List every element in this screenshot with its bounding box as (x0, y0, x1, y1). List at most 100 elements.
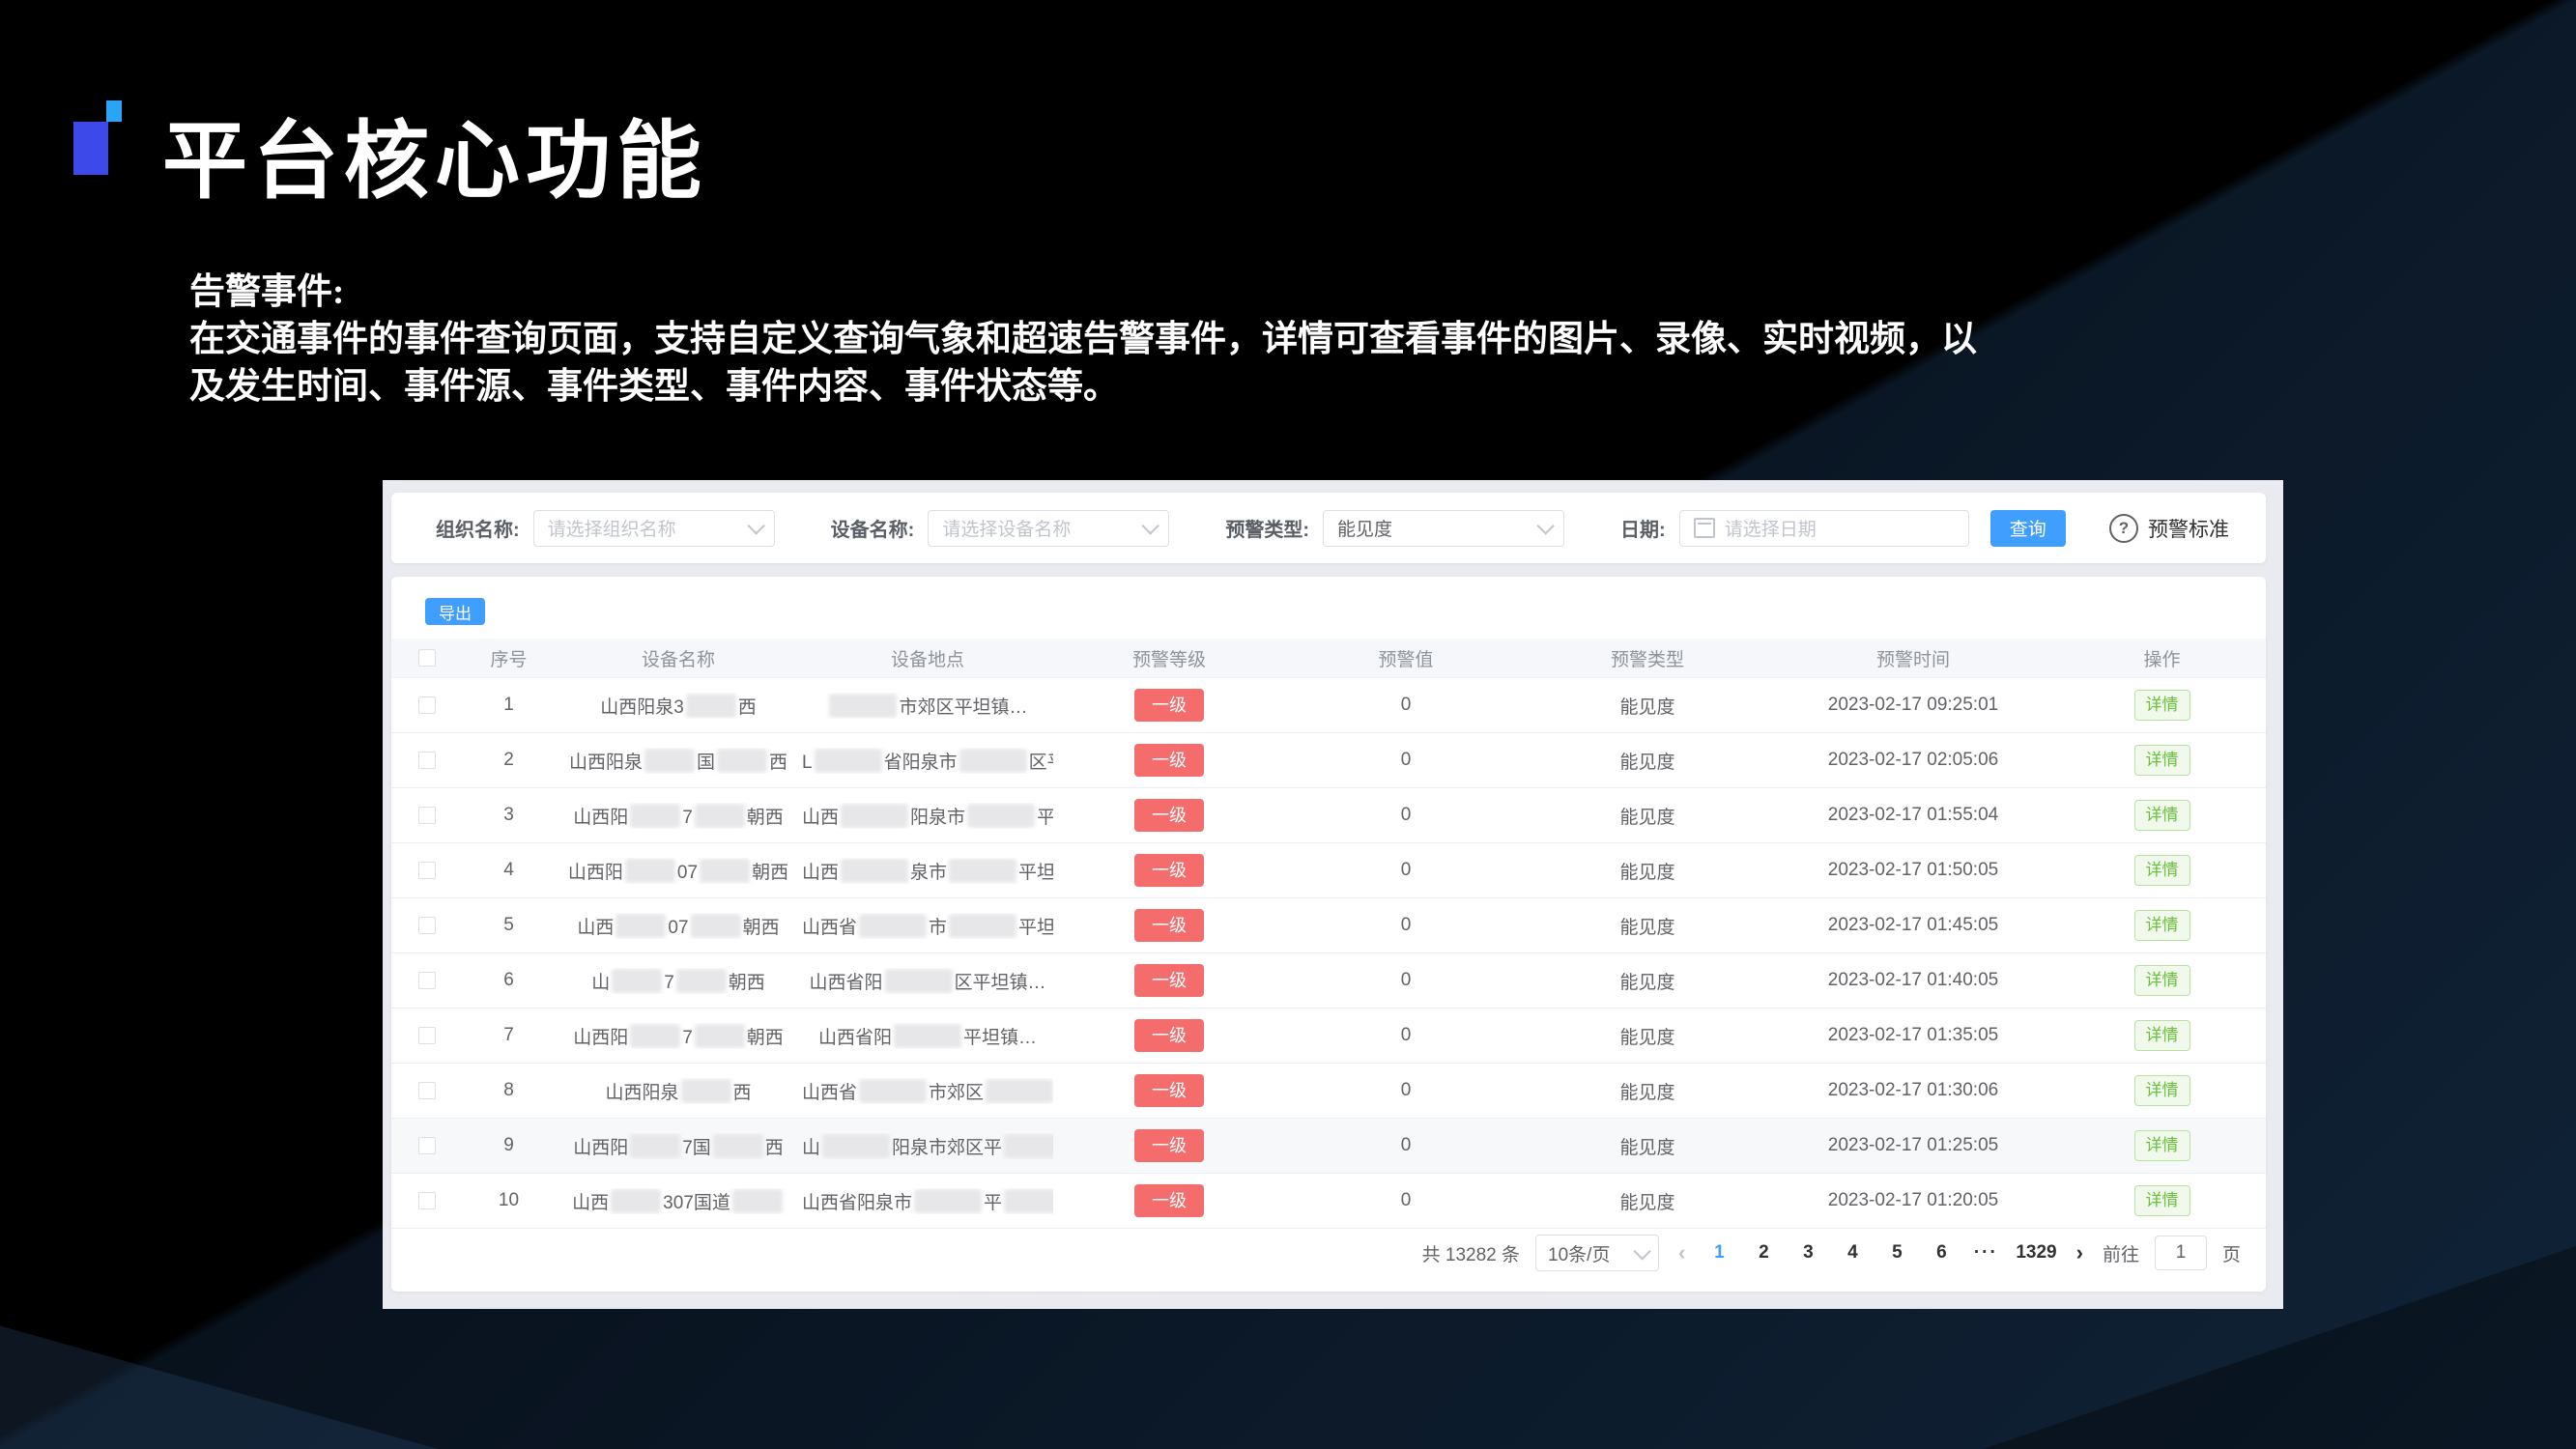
device-name-select[interactable]: 请选择设备名称 (928, 510, 1169, 547)
device-location: 山西阳泉市平坦镇… (802, 803, 1053, 829)
redacted-text (859, 1079, 927, 1103)
detail-button[interactable]: 详情 (2134, 855, 2190, 886)
alert-type: 能见度 (1527, 693, 1768, 719)
device-location: 山西省市平坦镇… (802, 913, 1053, 939)
date-input[interactable]: 请选择日期 (1679, 510, 1969, 547)
page-number[interactable]: 1 (1704, 1242, 1733, 1264)
row-actions: 详情 (2058, 855, 2266, 886)
redacted-text (841, 804, 908, 828)
select-all-checkbox[interactable] (418, 649, 436, 667)
row-checkbox-cell (391, 1190, 463, 1211)
alert-time: 2023-02-17 01:50:05 (1768, 860, 2058, 881)
chevron-down-icon (1536, 517, 1554, 534)
goto-page-input[interactable]: 1 (2155, 1236, 2207, 1270)
alert-value: 0 (1285, 805, 1527, 826)
calendar-icon (1694, 518, 1715, 538)
table-row: 9山西阳7国西山阳泉市郊区平镇…一级0能见度2023-02-17 01:25:0… (391, 1119, 2266, 1174)
device-name: 山西阳7朝西 (555, 1023, 802, 1049)
alert-level-cell: 一级 (1053, 854, 1285, 887)
redacted-text (732, 1189, 783, 1213)
row-checkbox[interactable] (418, 862, 436, 879)
detail-button[interactable]: 详情 (2134, 965, 2190, 996)
page-size-select[interactable]: 10条/页 (1535, 1235, 1659, 1271)
page-number[interactable]: 5 (1882, 1242, 1911, 1264)
next-page-button[interactable]: › (2073, 1240, 2087, 1265)
column-header: 设备地点 (802, 645, 1053, 671)
row-actions: 详情 (2058, 745, 2266, 776)
row-checkbox[interactable] (418, 917, 436, 934)
alert-level-cell: 一级 (1053, 1184, 1285, 1217)
row-checkbox-cell (391, 1135, 463, 1156)
detail-button[interactable]: 详情 (2134, 1185, 2190, 1216)
alert-value: 0 (1285, 1080, 1527, 1101)
redacted-text (612, 969, 662, 993)
redacted-text (949, 859, 1016, 883)
alert-value: 0 (1285, 1190, 1527, 1211)
row-checkbox[interactable] (418, 1027, 436, 1044)
goto-label: 前往 (2103, 1240, 2139, 1266)
alert-level-badge: 一级 (1134, 909, 1204, 942)
device-location: 山西省阳泉市平… (802, 1188, 1053, 1214)
row-checkbox[interactable] (418, 972, 436, 989)
redacted-text (681, 1079, 731, 1103)
device-name: 山西阳7国西 (555, 1133, 802, 1159)
prev-page-button[interactable]: ‹ (1674, 1240, 1689, 1265)
alert-type: 能见度 (1527, 748, 1768, 774)
row-checkbox[interactable] (418, 1082, 436, 1099)
alert-level-cell: 一级 (1053, 799, 1285, 832)
redacted-text (1004, 1134, 1053, 1158)
export-button[interactable]: 导出 (425, 598, 485, 625)
page-number[interactable]: 3 (1793, 1242, 1822, 1264)
redacted-text (949, 914, 1016, 938)
alert-level-cell: 一级 (1053, 1074, 1285, 1107)
row-checkbox-cell (391, 805, 463, 826)
alert-table-panel: 导出 序号设备名称设备地点预警等级预警值预警类型预警时间操作 1山西阳泉3西市郊… (391, 577, 2266, 1292)
row-checkbox[interactable] (418, 696, 436, 714)
detail-button[interactable]: 详情 (2134, 800, 2190, 831)
search-button[interactable]: 查询 (1990, 510, 2066, 547)
detail-button[interactable]: 详情 (2134, 1130, 2190, 1161)
detail-button[interactable]: 详情 (2134, 690, 2190, 721)
page-number[interactable]: 6 (1927, 1242, 1956, 1264)
detail-button[interactable]: 详情 (2134, 910, 2190, 941)
column-header: 预警时间 (1768, 645, 2058, 671)
alert-level-cell: 一级 (1053, 964, 1285, 997)
row-checkbox-cell (391, 915, 463, 936)
org-name-select[interactable]: 请选择组织名称 (533, 510, 775, 547)
body-heading: 告警事件: (189, 269, 2412, 316)
row-actions: 详情 (2058, 910, 2266, 941)
alert-standard-link[interactable]: ? 预警标准 (2109, 514, 2229, 543)
row-actions: 详情 (2058, 1185, 2266, 1216)
row-checkbox[interactable] (418, 1137, 436, 1154)
device-location: 市郊区平坦镇… (802, 693, 1053, 719)
page-number[interactable]: 4 (1838, 1242, 1867, 1264)
pagination-bar: 共 13282 条 10条/页 ‹ 123456···1329 › 前往 1 页 (391, 1228, 2266, 1278)
alert-time: 2023-02-17 01:35:05 (1768, 1025, 2058, 1046)
redacted-text (717, 749, 767, 773)
alert-type: 能见度 (1527, 968, 1768, 994)
chevron-down-icon (747, 517, 764, 534)
column-header: 预警等级 (1053, 645, 1285, 671)
row-checkbox[interactable] (418, 752, 436, 769)
alert-level-cell: 一级 (1053, 689, 1285, 722)
alert-type-select[interactable]: 能见度 (1323, 510, 1564, 547)
detail-button[interactable]: 详情 (2134, 1075, 2190, 1106)
alert-type: 能见度 (1527, 1078, 1768, 1104)
alert-time: 2023-02-17 01:45:05 (1768, 915, 2058, 936)
page-number[interactable]: 2 (1749, 1242, 1778, 1264)
more-pages-icon[interactable]: ··· (1971, 1242, 2000, 1264)
redacted-text (914, 1189, 982, 1213)
alert-time: 2023-02-17 01:30:06 (1768, 1080, 2058, 1101)
device-name: 山西阳7朝西 (555, 803, 802, 829)
page-number-last[interactable]: 1329 (2016, 1242, 2056, 1264)
detail-button[interactable]: 详情 (2134, 1020, 2190, 1051)
redacted-text (630, 1134, 680, 1158)
row-index: 7 (463, 1025, 555, 1046)
detail-button[interactable]: 详情 (2134, 745, 2190, 776)
table-row: 3山西阳7朝西山西阳泉市平坦镇…一级0能见度2023-02-17 01:55:0… (391, 788, 2266, 843)
title-accent-square-small (106, 100, 122, 122)
column-header: 预警类型 (1527, 645, 1768, 671)
row-checkbox[interactable] (418, 807, 436, 824)
table-row: 2山西阳泉国西L省阳泉市区平坦镇…一级0能见度2023-02-17 02:05:… (391, 733, 2266, 788)
row-checkbox[interactable] (418, 1192, 436, 1209)
